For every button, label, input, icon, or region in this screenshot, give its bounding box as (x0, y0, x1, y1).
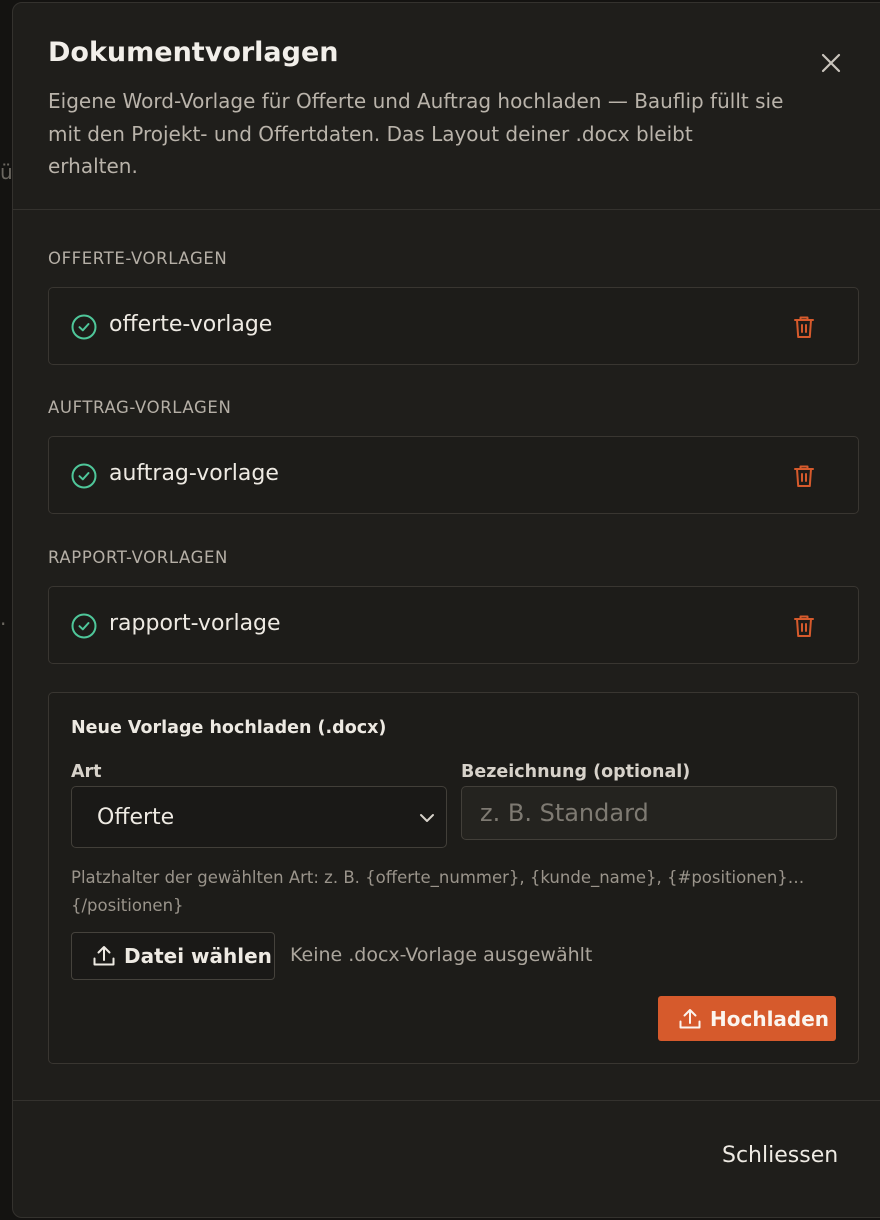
file-status-text: Keine .docx-Vorlage ausgewählt (290, 944, 593, 966)
delete-template-button[interactable] (789, 611, 819, 641)
template-name: auftrag-vorlage (109, 461, 279, 486)
upload-template-panel: Neue Vorlage hochladen (.docx) Art Offer… (48, 692, 859, 1064)
dialog-footer: Schliessen (13, 1100, 880, 1220)
document-templates-dialog: Dokumentvorlagen Eigene Word-Vorlage für… (12, 2, 880, 1218)
close-dialog-button[interactable]: Schliessen (722, 1143, 838, 1168)
template-card-auftrag: auftrag-vorlage (48, 436, 859, 514)
template-card-offerte: offerte-vorlage (48, 287, 859, 365)
choose-file-button[interactable]: Datei wählen (71, 932, 275, 980)
upload-button-label: Hochladen (710, 1006, 830, 1031)
check-circle-icon (71, 314, 97, 340)
check-circle-icon (71, 463, 97, 489)
close-icon (821, 53, 841, 73)
section-label-auftrag: AUFTRAG-VORLAGEN (48, 398, 232, 417)
section-label-rapport: RAPPORT-VORLAGEN (48, 548, 228, 567)
name-input[interactable] (461, 786, 837, 840)
upload-panel-title: Neue Vorlage hochladen (.docx) (71, 718, 387, 738)
art-select-value: Offerte (97, 805, 175, 830)
name-label: Bezeichnung (optional) (461, 762, 691, 782)
chevron-down-icon (420, 814, 434, 822)
background-text-fragment: ü (0, 160, 13, 184)
dialog-header: Dokumentvorlagen Eigene Word-Vorlage für… (13, 3, 880, 210)
trash-icon (794, 615, 814, 637)
upload-icon (93, 946, 115, 966)
trash-icon (794, 316, 814, 338)
dialog-subtitle: Eigene Word-Vorlage für Offerte und Auft… (48, 89, 784, 178)
check-circle-icon (71, 613, 97, 639)
section-label-offerte: OFFERTE-VORLAGEN (48, 249, 228, 268)
dialog-title: Dokumentvorlagen (48, 37, 339, 68)
placeholder-hint: Platzhalter der gewählten Art: z. B. {of… (71, 868, 805, 915)
trash-icon (794, 465, 814, 487)
upload-icon (679, 1008, 701, 1028)
template-name: offerte-vorlage (109, 312, 273, 337)
delete-template-button[interactable] (789, 461, 819, 491)
close-button[interactable] (817, 49, 845, 77)
art-label: Art (71, 762, 102, 782)
art-select[interactable]: Offerte (71, 786, 447, 848)
template-name: rapport-vorlage (109, 611, 281, 636)
template-card-rapport: rapport-vorlage (48, 586, 859, 664)
background-text-fragment: · (0, 612, 7, 636)
choose-file-label: Datei wählen (124, 944, 272, 968)
upload-button[interactable]: Hochladen (658, 996, 836, 1041)
delete-template-button[interactable] (789, 312, 819, 342)
